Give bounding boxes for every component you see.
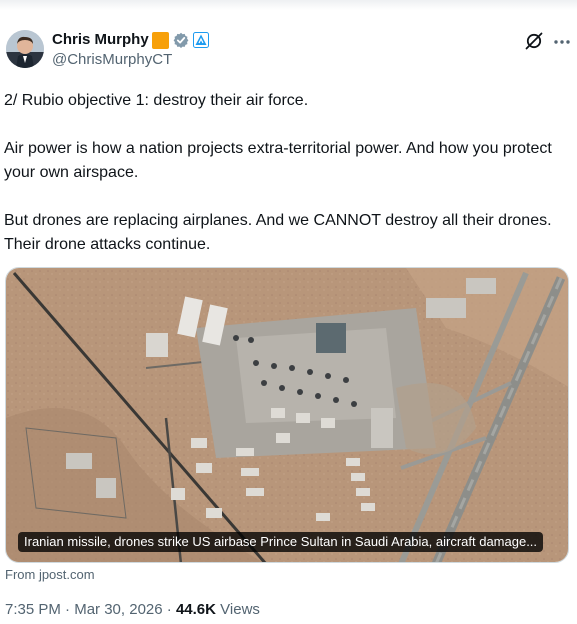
link-card[interactable]: Iranian missile, drones strike US airbas…	[5, 267, 569, 563]
tweet-text: 2/ Rubio objective 1: destroy their air …	[4, 89, 564, 257]
tweet-paragraph: 2/ Rubio objective 1: destroy their air …	[4, 92, 309, 109]
meta-separator: ·	[65, 601, 71, 618]
author-badges	[152, 31, 209, 49]
satellite-image	[6, 268, 568, 562]
orange-square-badge-icon[interactable]	[152, 31, 169, 49]
tweet-paragraph: Air power is how a nation projects extra…	[4, 140, 552, 181]
affiliation-badge-icon[interactable]	[193, 32, 209, 48]
avatar-photo	[6, 30, 44, 68]
author-name[interactable]: Chris Murphy	[52, 31, 149, 48]
previous-tweet-fade	[0, 0, 577, 10]
tweet-time[interactable]: 7:35 PM	[5, 601, 61, 618]
more-options-icon[interactable]	[553, 33, 571, 51]
tweet-meta: 7:35 PM · Mar 30, 2026 · 44.6K Views	[5, 601, 260, 618]
tweet-date[interactable]: Mar 30, 2026	[74, 601, 162, 618]
author-handle[interactable]: @ChrisMurphyCT	[52, 51, 172, 68]
meta-separator: ·	[166, 601, 172, 618]
tweet-paragraph: But drones are replacing airplanes. And …	[4, 212, 552, 253]
author-avatar[interactable]	[6, 30, 44, 68]
link-source[interactable]: From jpost.com	[5, 567, 95, 582]
link-card-headline: Iranian missile, drones strike US airbas…	[18, 532, 544, 552]
grok-icon[interactable]	[524, 31, 544, 51]
views-count: 44.6K	[175, 601, 216, 618]
verified-badge-icon[interactable]	[173, 32, 189, 48]
views-label: Views	[220, 601, 260, 618]
